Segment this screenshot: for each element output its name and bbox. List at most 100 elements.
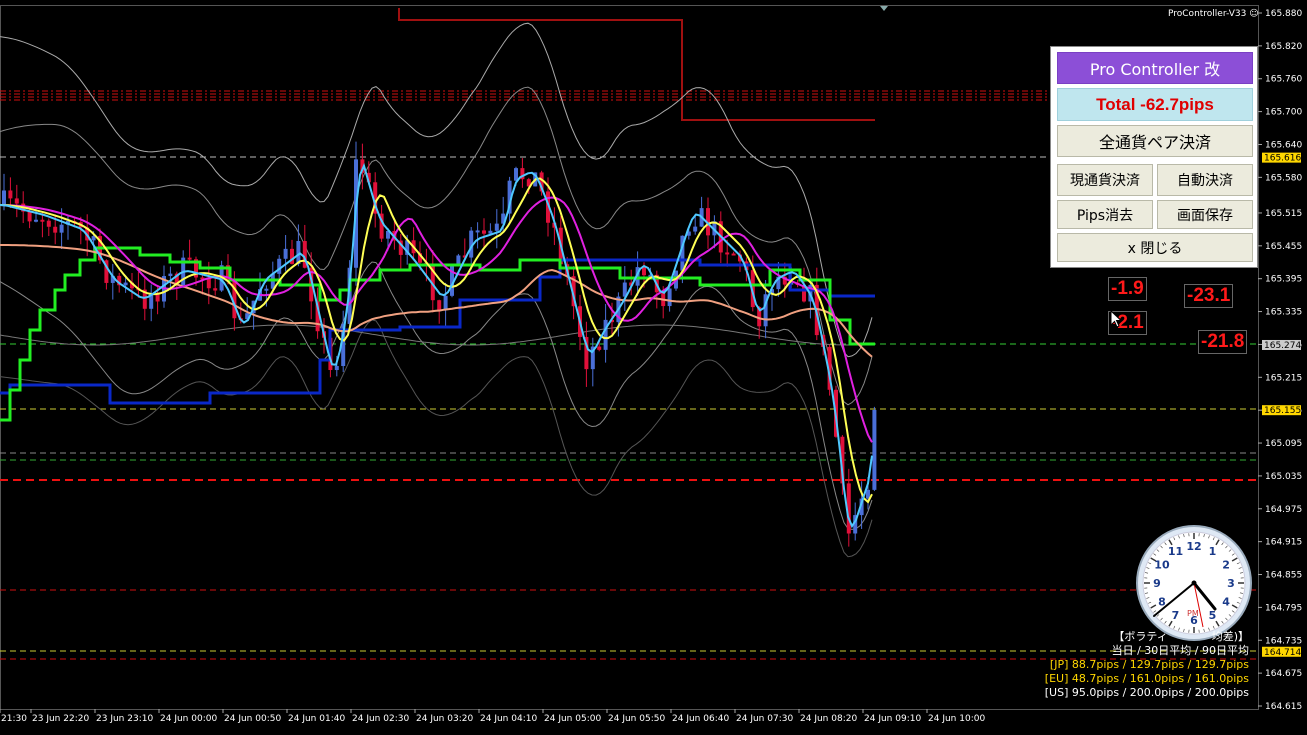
candle-body — [597, 346, 602, 350]
time-tick-label: 21:30 — [1, 714, 27, 724]
analog-clock: 12 1234567891011 PM — [1136, 525, 1252, 641]
total-pips-display: Total -62.7pips — [1057, 88, 1253, 121]
price-tick-label: 164.675 — [1265, 669, 1302, 679]
price-tick-label: 164.855 — [1265, 571, 1302, 581]
time-tick-label: 24 Jun 03:20 — [416, 714, 473, 724]
stats-subheader: 当日 / 30日平均 / 90日平均 — [1111, 644, 1249, 657]
price-tick-label: 165.640 — [1265, 140, 1302, 150]
stats-eu: [EU] 48.7pips / 161.0pips / 161.0pips — [1044, 672, 1249, 685]
candle-body — [46, 220, 51, 227]
smiley-icon: ☺ — [1249, 9, 1259, 19]
candle-body — [482, 230, 486, 234]
price-tick-label: 165.580 — [1265, 173, 1302, 183]
stats-jp: [JP] 88.7pips / 129.7pips / 129.7pips — [1049, 658, 1249, 671]
time-tick-label: 24 Jun 02:30 — [352, 714, 409, 724]
clock-number: 12 — [1186, 540, 1201, 553]
candle-body — [123, 282, 128, 286]
clear-pips-button[interactable]: Pips消去 — [1057, 200, 1153, 229]
price-tick-label: 165.215 — [1265, 373, 1302, 383]
candle-body — [277, 258, 282, 274]
candle-body — [283, 248, 288, 259]
close-panel-button[interactable]: x 閉じる — [1057, 233, 1253, 262]
candle-body — [642, 267, 646, 276]
time-tick-label: 24 Jun 00:50 — [224, 714, 281, 724]
time-tick-label: 24 Jun 06:40 — [672, 714, 729, 724]
candle-body — [40, 219, 45, 222]
price-marker-label: 165.616 — [1264, 154, 1301, 164]
candle-body — [693, 226, 698, 232]
time-tick-label: 23 Jun 23:10 — [96, 714, 153, 724]
time-tick-label: 24 Jun 05:00 — [544, 714, 601, 724]
pips-label: -21.8 — [1198, 330, 1248, 354]
candle-body — [443, 295, 448, 311]
clock-number: 9 — [1153, 577, 1161, 590]
candle-body — [334, 366, 339, 371]
time-tick-label: 24 Jun 00:00 — [160, 714, 217, 724]
candle-body — [437, 300, 442, 311]
panel-title-button[interactable]: Pro Controller 改 — [1057, 52, 1253, 84]
price-marker-label: 165.155 — [1264, 406, 1301, 416]
clock-number: 4 — [1222, 596, 1230, 609]
price-tick-label: 165.515 — [1265, 209, 1302, 219]
stats-header: 【ボラティ 均差)】 — [1113, 630, 1249, 643]
price-tick-label: 165.095 — [1265, 439, 1302, 449]
candle-body — [725, 252, 730, 255]
price-tick-label: 165.335 — [1265, 308, 1302, 318]
price-tick-label: 165.700 — [1265, 108, 1302, 118]
clock-number: 1 — [1209, 545, 1217, 558]
clock-number: 5 — [1209, 609, 1217, 622]
candle-body — [8, 190, 13, 199]
candle-body — [2, 190, 6, 205]
candle-body — [603, 319, 608, 350]
candle-body — [264, 288, 269, 291]
time-tick-label: 24 Jun 01:40 — [288, 714, 345, 724]
clock-ampm: PM — [1187, 609, 1199, 618]
candle-body — [168, 273, 173, 277]
price-tick-label: 165.880 — [1265, 9, 1302, 19]
time-tick-label: 23 Jun 22:20 — [32, 714, 89, 724]
price-tick-label: 164.915 — [1265, 538, 1302, 548]
clock-number: 2 — [1222, 559, 1230, 572]
price-tick-label: 165.760 — [1265, 75, 1302, 85]
time-tick-label: 24 Jun 10:00 — [928, 714, 985, 724]
price-tick-label: 164.975 — [1265, 505, 1302, 515]
clock-number: 3 — [1227, 577, 1235, 590]
candle-body — [213, 288, 218, 291]
candle-body — [872, 409, 877, 490]
price-tick-label: 164.615 — [1265, 702, 1302, 712]
price-tick-label: 164.795 — [1265, 603, 1302, 613]
time-tick-label: 24 Jun 07:30 — [736, 714, 793, 724]
pro-controller-panel: Pro Controller 改 Total -62.7pips 全通貨ペア決済… — [1050, 46, 1258, 268]
candle-body — [667, 288, 672, 307]
close-all-pairs-button[interactable]: 全通貨ペア決済 — [1057, 125, 1253, 157]
clock-number: 10 — [1154, 559, 1170, 572]
candle-body — [475, 230, 480, 233]
time-tick-label: 24 Jun 04:10 — [480, 714, 537, 724]
candle-body — [14, 198, 19, 204]
candle-body — [187, 257, 192, 260]
candle-body — [34, 219, 38, 222]
pips-label: -23.1 — [1184, 284, 1234, 308]
pips-label: -1.9 — [1108, 277, 1147, 301]
price-tick-label: 165.820 — [1265, 42, 1302, 52]
price-marker-label: 165.274 — [1264, 341, 1301, 351]
time-tick-label: 24 Jun 05:50 — [608, 714, 665, 724]
indicator-label: ProController-V33 ☺ — [1168, 9, 1259, 19]
save-screen-button[interactable]: 画面保存 — [1157, 200, 1253, 229]
volatility-stats: 【ボラティ 均差)】 当日 / 30日平均 / 90日平均 [JP] 88.7p… — [1045, 630, 1249, 700]
auto-close-button[interactable]: 自動決済 — [1157, 164, 1253, 196]
time-tick-label: 24 Jun 08:20 — [800, 714, 857, 724]
clock-number: 7 — [1172, 609, 1180, 622]
candle-body — [27, 211, 32, 222]
stats-us: [US] 95.0pips / 200.0pips / 200.0pips — [1044, 686, 1249, 699]
candle-body — [59, 224, 64, 233]
candle-body — [53, 226, 58, 233]
price-tick-label: 165.455 — [1265, 242, 1302, 252]
candle-body — [494, 223, 499, 231]
price-tick-label: 164.735 — [1265, 636, 1302, 646]
price-tick-label: 165.035 — [1265, 472, 1302, 482]
clock-number: 11 — [1168, 545, 1183, 558]
price-marker-label: 164.714 — [1264, 648, 1301, 658]
candle-body — [731, 253, 736, 256]
close-current-pair-button[interactable]: 現通貨決済 — [1057, 164, 1153, 196]
